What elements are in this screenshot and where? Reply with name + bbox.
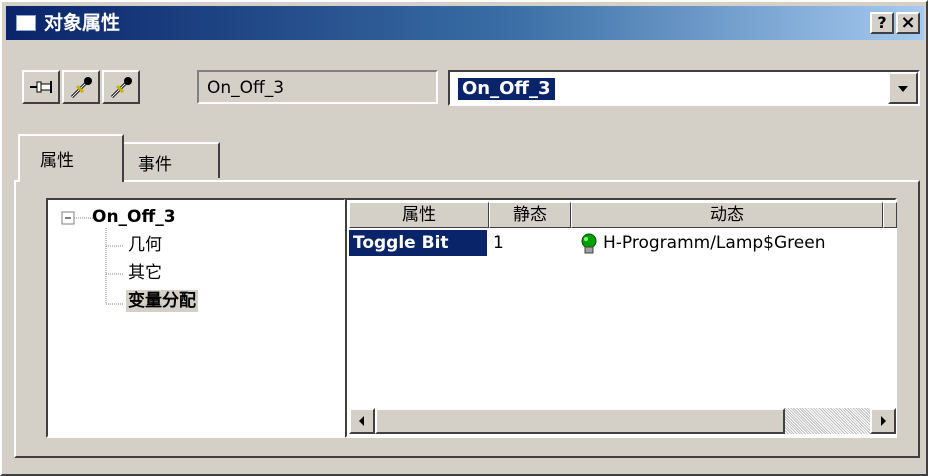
column-header-static[interactable]: 静态 bbox=[489, 202, 571, 228]
property-grid[interactable]: 属性 静态 动态 Toggle Bit 1 H-Programm/Lamp$Gr… bbox=[345, 198, 897, 438]
pin-button[interactable] bbox=[22, 70, 60, 104]
scroll-right-button[interactable] bbox=[870, 408, 896, 434]
column-header-dynamic[interactable]: 动态 bbox=[571, 202, 883, 228]
scroll-track[interactable] bbox=[785, 408, 870, 434]
pipette-button-2[interactable] bbox=[102, 70, 140, 104]
pin-icon bbox=[30, 81, 52, 93]
scroll-left-button[interactable] bbox=[349, 408, 375, 434]
object-name-text: On_Off_3 bbox=[207, 78, 285, 98]
close-button[interactable]: × bbox=[896, 12, 920, 34]
tree-item-other[interactable]: 其它 bbox=[128, 262, 162, 284]
cell-property[interactable]: Toggle Bit bbox=[349, 230, 487, 256]
pipette-icon bbox=[70, 77, 92, 99]
tree-item-variable-assignment[interactable]: 变量分配 bbox=[126, 290, 198, 312]
cell-static[interactable]: 1 bbox=[493, 230, 569, 256]
pipette-button-1[interactable] bbox=[62, 70, 100, 104]
window-title: 对象属性 bbox=[44, 12, 121, 34]
arrow-right-icon bbox=[881, 416, 886, 426]
cell-dynamic[interactable]: H-Programm/Lamp$Green bbox=[603, 230, 893, 256]
title-bar[interactable]: 对象属性 ? × bbox=[6, 6, 924, 40]
property-tree[interactable]: On_Off_3 几何 其它 变量分配 bbox=[46, 198, 346, 438]
tab-events-label: 事件 bbox=[138, 155, 172, 175]
tree-root-on-off-3[interactable]: On_Off_3 bbox=[92, 206, 176, 228]
object-select-value: On_Off_3 bbox=[458, 78, 555, 100]
tree-item-geometry[interactable]: 几何 bbox=[128, 234, 162, 256]
window-icon bbox=[16, 15, 36, 31]
object-name-field: On_Off_3 bbox=[197, 70, 438, 104]
column-header-filler bbox=[883, 202, 897, 228]
column-header-property[interactable]: 属性 bbox=[349, 202, 489, 228]
chevron-down-icon bbox=[898, 86, 908, 92]
arrow-left-icon bbox=[359, 416, 364, 426]
horizontal-scrollbar[interactable] bbox=[349, 408, 896, 434]
scroll-thumb[interactable] bbox=[375, 408, 785, 434]
bulb-icon bbox=[581, 233, 597, 254]
tab-properties-label: 属性 bbox=[40, 151, 74, 171]
tab-properties[interactable]: 属性 bbox=[18, 134, 124, 182]
object-select[interactable]: On_Off_3 bbox=[448, 70, 920, 106]
help-button[interactable]: ? bbox=[870, 12, 894, 34]
pipette-icon bbox=[110, 77, 132, 99]
tab-events[interactable]: 事件 bbox=[122, 142, 220, 178]
dropdown-button[interactable] bbox=[888, 72, 918, 104]
object-properties-dialog: 对象属性 ? × On_Off_3 On_Off_3 事件 属性 On_Off_… bbox=[0, 0, 928, 476]
